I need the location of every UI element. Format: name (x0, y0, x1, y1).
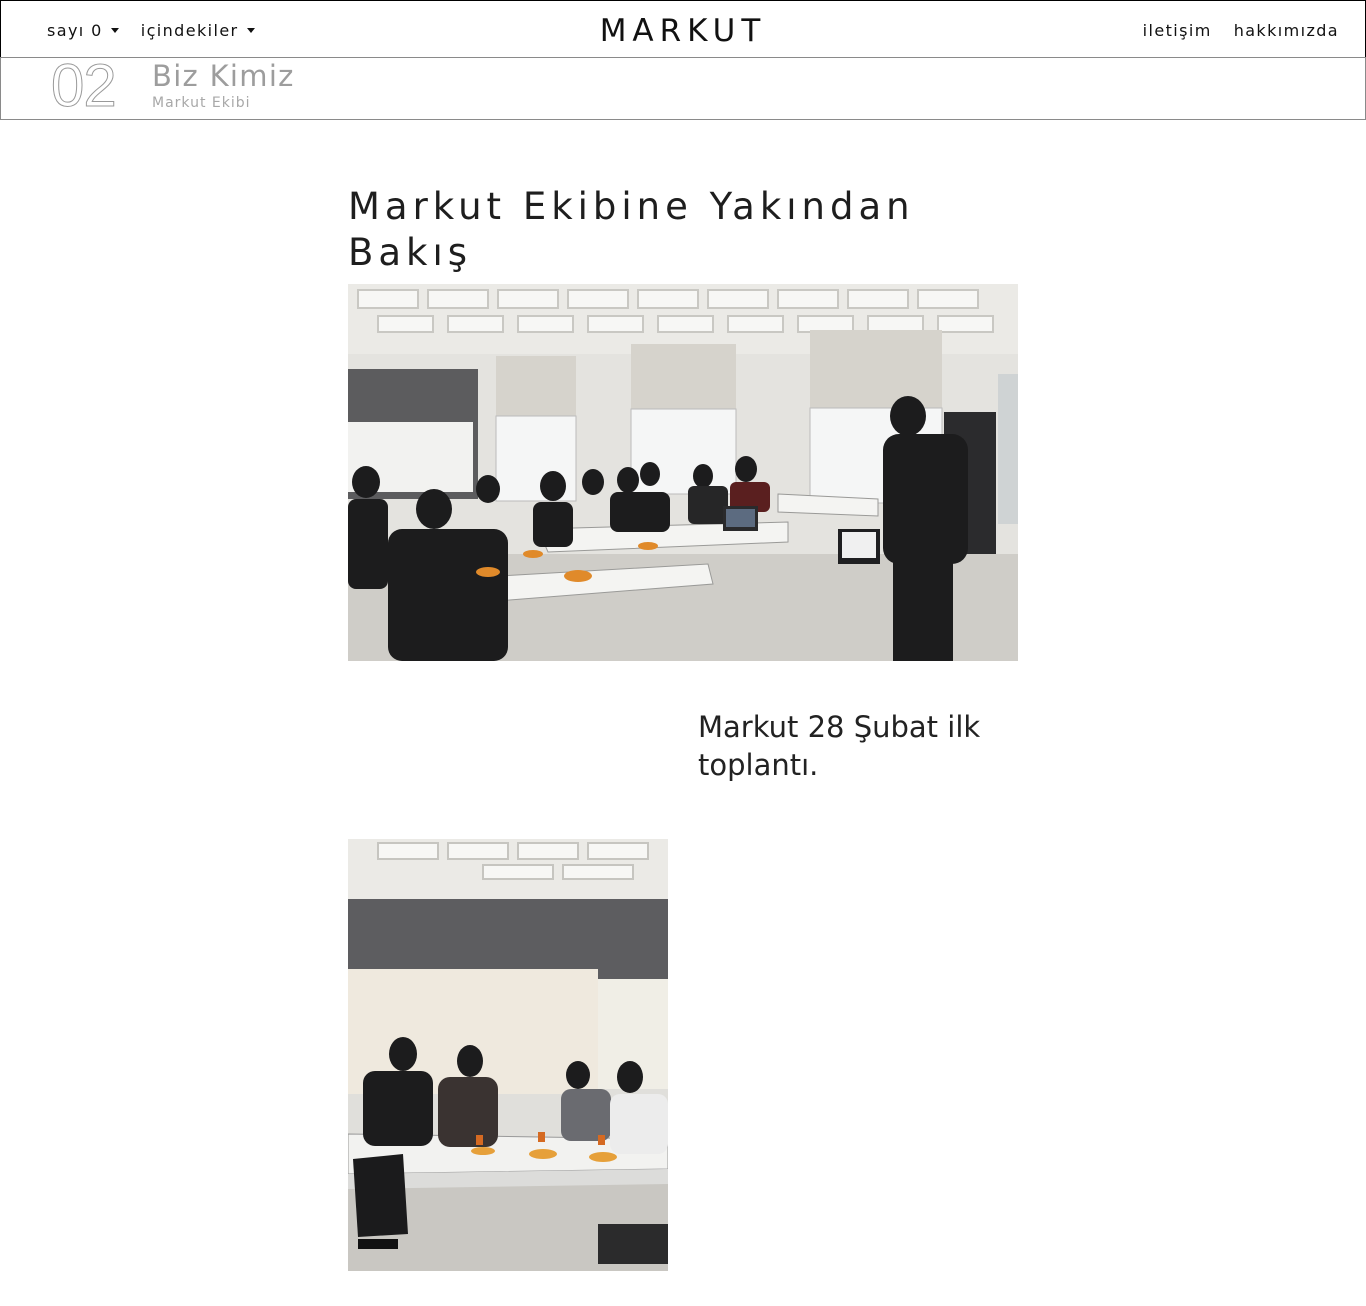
contents-dropdown[interactable]: içindekiler (141, 21, 255, 40)
issue-subtitle: Markut Ekibi (152, 95, 251, 111)
nav-right-group: iletişim hakkımızda (1143, 1, 1339, 59)
meeting-photo-tall (348, 839, 668, 1271)
issue-number: 02 (51, 52, 118, 119)
meeting-photo-wide (348, 284, 1018, 661)
article-title: Markut Ekibine Yakından Bakış (348, 185, 915, 274)
issue-dropdown[interactable]: sayı 0 (47, 21, 119, 40)
contents-dropdown-label: içindekiler (140, 20, 239, 40)
nav-left-group: sayı 0 içindekiler (47, 1, 255, 59)
caret-down-icon (110, 28, 119, 33)
nav-link-contact[interactable]: iletişim (1143, 21, 1212, 40)
issue-title: Biz Kimiz (152, 59, 295, 93)
issue-dropdown-label: sayı 0 (47, 20, 103, 40)
nav-link-about[interactable]: hakkımızda (1234, 21, 1339, 40)
issue-banner: 02 Biz Kimiz Markut Ekibi (0, 52, 1366, 120)
brand-logo[interactable]: MARKUT (600, 13, 767, 49)
top-navbar: sayı 0 içindekiler MARKUT iletişim hakkı… (0, 0, 1366, 58)
photo-caption: Markut 28 Şubat ilk toplantı. (698, 710, 981, 782)
caret-down-icon (246, 28, 255, 33)
